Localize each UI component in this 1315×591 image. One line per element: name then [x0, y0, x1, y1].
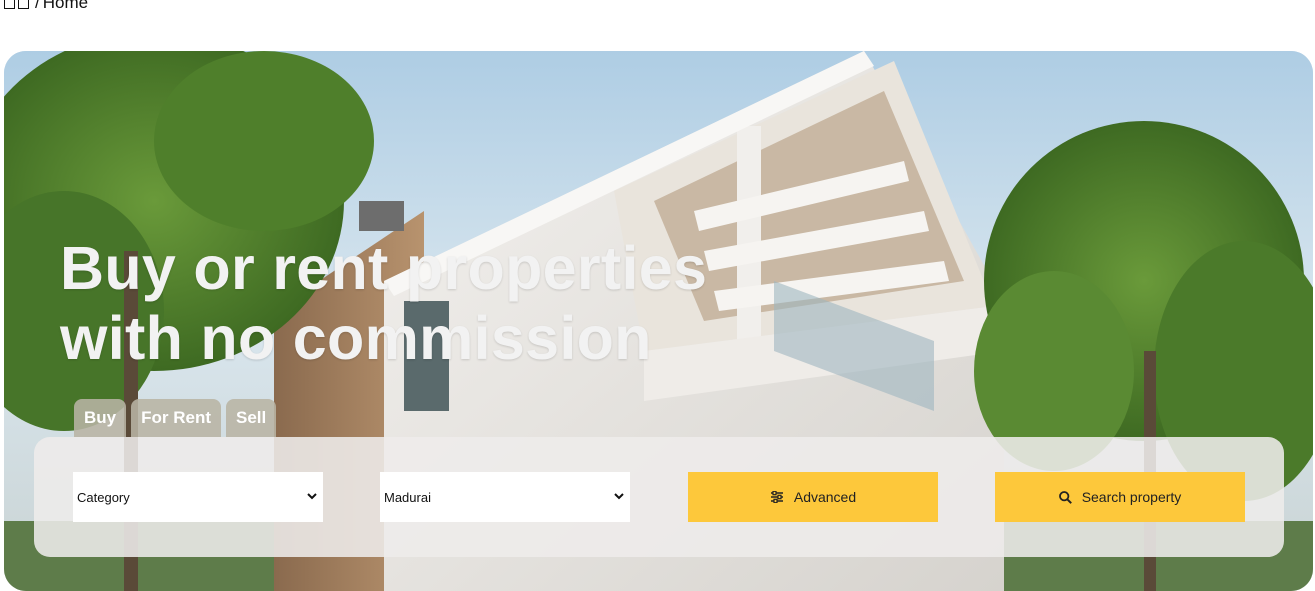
chevron-down-icon [307, 491, 317, 503]
hero-banner: Buy or rent properties with no commissio… [4, 51, 1313, 591]
search-property-button-label: Search property [1081, 489, 1182, 505]
breadcrumb-icon-1 [4, 0, 15, 9]
breadcrumb: / Home [4, 0, 88, 12]
search-icon [1058, 490, 1072, 504]
hero-title-line-2: with no commission [60, 304, 652, 372]
location-select[interactable]: Madurai [380, 472, 630, 522]
advanced-button[interactable]: Advanced [688, 472, 938, 522]
search-property-button[interactable]: Search property [995, 472, 1245, 522]
location-select-value: Madurai [384, 489, 431, 505]
breadcrumb-home-link[interactable]: Home [43, 0, 88, 13]
category-select[interactable]: Category [73, 472, 323, 522]
tab-buy[interactable]: Buy [74, 399, 127, 437]
hero-title-line-1: Buy or rent properties [60, 234, 708, 302]
sliders-icon [770, 491, 784, 503]
tab-for-rent[interactable]: For Rent [131, 399, 222, 437]
tab-sell[interactable]: Sell [226, 399, 277, 437]
breadcrumb-icon-2 [18, 0, 29, 9]
chevron-down-icon [614, 491, 624, 503]
category-select-value: Category [77, 489, 130, 505]
search-panel: Category Madurai Advanced Search propert… [34, 437, 1284, 557]
breadcrumb-separator: / [35, 0, 40, 12]
listing-type-tabs: Buy For Rent Sell [74, 399, 277, 437]
advanced-button-label: Advanced [793, 489, 857, 505]
hero-title: Buy or rent properties with no commissio… [60, 233, 707, 373]
